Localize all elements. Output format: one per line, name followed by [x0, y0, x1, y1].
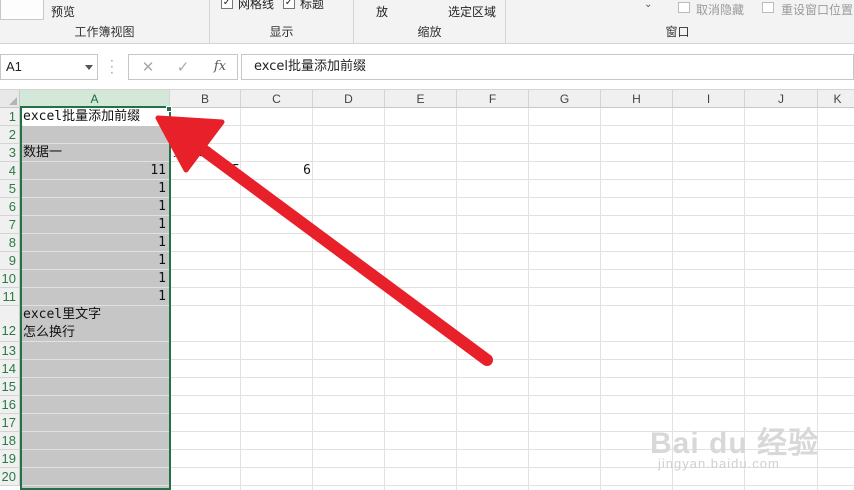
- unhide-button[interactable]: 取消隐藏: [696, 1, 744, 18]
- column-gridline: [600, 108, 601, 490]
- name-box[interactable]: A1: [0, 54, 98, 80]
- column-header-g[interactable]: G: [529, 90, 601, 108]
- page-break-preview-label[interactable]: 预览: [51, 3, 75, 20]
- row-header-9[interactable]: 9: [0, 252, 20, 270]
- column-header-e[interactable]: E: [385, 90, 457, 108]
- row-header-13[interactable]: 13: [0, 342, 20, 360]
- row-header-1[interactable]: 1: [0, 108, 20, 126]
- baidu-jingyan-watermark: Bai du 经验 jingyan.baidu.com: [650, 418, 850, 488]
- formula-bar-resize-handle[interactable]: · · ·: [110, 55, 114, 79]
- show-group-name: 显示: [269, 25, 294, 39]
- window-group: ⌄ 取消隐藏 重设窗口位置 窗口: [506, 0, 854, 44]
- row-header-3[interactable]: 3: [0, 144, 20, 162]
- formula-buttons: ✕ ✓ fx: [128, 54, 238, 80]
- row-header-10[interactable]: 10: [0, 270, 20, 288]
- row-header-18[interactable]: 18: [0, 432, 20, 450]
- select-all-button[interactable]: [0, 90, 20, 108]
- column-gridline: [384, 108, 385, 490]
- cell-b3[interactable]: 数据二: [173, 144, 242, 162]
- column-gridline: [528, 108, 529, 490]
- row-header-8[interactable]: 8: [0, 234, 20, 252]
- row-header-5[interactable]: 5: [0, 180, 20, 198]
- chevron-down-icon[interactable]: [85, 65, 93, 70]
- row-header-14[interactable]: 14: [0, 360, 20, 378]
- insert-function-icon[interactable]: fx: [206, 55, 234, 79]
- row-header-7[interactable]: 7: [0, 216, 20, 234]
- row-header-15[interactable]: 15: [0, 378, 20, 396]
- headings-label: 标题: [300, 0, 325, 11]
- reset-window-icon: [762, 2, 774, 13]
- row-header-4[interactable]: 4: [0, 162, 20, 180]
- row-header-19[interactable]: 19: [0, 450, 20, 468]
- column-header-c[interactable]: C: [241, 90, 313, 108]
- workbook-views-group-name: 工作簿视图: [74, 25, 135, 39]
- row-header-16[interactable]: 16: [0, 396, 20, 414]
- enter-icon[interactable]: ✓: [169, 55, 197, 79]
- headings-checkbox[interactable]: ✓: [283, 0, 295, 9]
- formula-input[interactable]: excel批量添加前缀: [241, 54, 854, 80]
- zoom-group: 放 选定区域 缩放: [354, 0, 506, 44]
- column-header-h[interactable]: H: [601, 90, 673, 108]
- workbook-views-group: 预览 工作簿视图: [0, 0, 210, 44]
- column-header-f[interactable]: F: [457, 90, 529, 108]
- cell-c4[interactable]: 6: [241, 162, 311, 180]
- row-header-17[interactable]: 17: [0, 414, 20, 432]
- row-header-11[interactable]: 11: [0, 288, 20, 306]
- zoom-group-name: 缩放: [417, 25, 442, 39]
- watermark-url: jingyan.baidu.com: [658, 456, 780, 471]
- show-group: ✓ 网格线 ✓ 标题 显示: [210, 0, 354, 44]
- dropdown-chevron-icon[interactable]: ⌄: [644, 0, 652, 10]
- formula-bar: A1 · · · ✕ ✓ fx excel批量添加前缀: [0, 44, 854, 90]
- column-header-j[interactable]: J: [745, 90, 818, 108]
- row-header-6[interactable]: 6: [0, 198, 20, 216]
- reset-window-position-button[interactable]: 重设窗口位置: [781, 1, 853, 18]
- column-header-i[interactable]: I: [673, 90, 745, 108]
- row-header-2[interactable]: 2: [0, 126, 20, 144]
- zoom-100-button[interactable]: 放: [376, 3, 388, 20]
- column-gridline: [312, 108, 313, 490]
- cancel-icon[interactable]: ✕: [134, 55, 162, 79]
- zoom-to-selection-button[interactable]: 选定区域: [448, 3, 496, 20]
- column-header-k[interactable]: K: [818, 90, 854, 108]
- gridlines-label: 网格线: [238, 0, 275, 11]
- fill-handle[interactable]: [166, 106, 172, 112]
- column-header-d[interactable]: D: [313, 90, 385, 108]
- column-header-a[interactable]: A: [20, 90, 170, 108]
- row-header-12[interactable]: 12: [0, 306, 20, 342]
- gridlines-checkbox[interactable]: ✓: [221, 0, 233, 9]
- column-header-b[interactable]: B: [170, 90, 241, 108]
- window-group-name: 窗口: [665, 25, 690, 39]
- ribbon: 预览 工作簿视图 ✓ 网格线 ✓ 标题 显示 放 选定区域 缩放 ⌄ 取消隐藏 …: [0, 0, 854, 44]
- cell-b4[interactable]: 5: [170, 162, 240, 180]
- name-box-value: A1: [6, 59, 22, 74]
- unhide-icon: [678, 2, 690, 13]
- column-a-selection: [20, 108, 171, 490]
- row-header-20[interactable]: 20: [0, 468, 20, 486]
- column-gridline: [456, 108, 457, 490]
